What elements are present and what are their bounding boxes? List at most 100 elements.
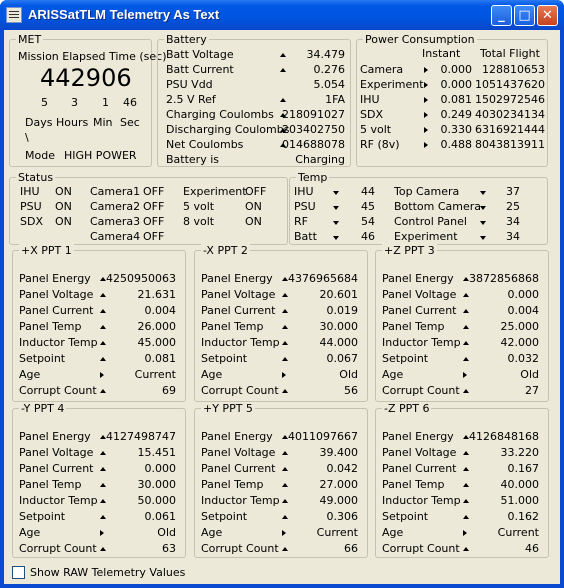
title-bar[interactable]: ARISSatTLM Telemetry As Text _ □ ✕	[0, 0, 564, 30]
ppt-value: 0.019	[326, 304, 359, 317]
temp-value-l-1: 45	[361, 200, 375, 213]
ppt-value: 44.000	[319, 336, 359, 349]
met-days-value: 5	[41, 96, 48, 109]
battery-label-3: 2.5 V Ref	[166, 93, 216, 106]
ppt-label: Setpoint	[382, 510, 429, 523]
status-label-c2-2: Camera3	[90, 215, 141, 228]
ppt-value: 25.000	[500, 320, 540, 333]
ppt-value: Current	[134, 368, 176, 381]
status-value-c2-2: OFF	[143, 215, 165, 228]
power-group-label: Power Consumption	[363, 33, 477, 46]
ppt-label: Setpoint	[201, 510, 248, 523]
ppt-value: 51.000	[500, 494, 540, 507]
client-area: MET Mission Elapsed Time (sec) 442906 5 …	[4, 30, 560, 584]
battery-label-1: Batt Current	[166, 63, 234, 76]
temp-value-l-3: 46	[361, 230, 375, 243]
ppt-value: 39.400	[319, 446, 359, 459]
ppt-label: Age	[201, 368, 223, 381]
show-raw-label[interactable]: Show RAW Telemetry Values	[30, 566, 185, 580]
power-total-3: 4030234134	[475, 108, 545, 121]
met-min-value: 1	[102, 96, 109, 109]
ppt-value: 0.067	[326, 352, 359, 365]
ppt-label: Panel Temp	[201, 478, 264, 491]
status-value-c3-2: ON	[245, 215, 262, 228]
battery-label-2: PSU Vdd	[166, 78, 213, 91]
ppt-value: 0.000	[144, 462, 177, 475]
ppt-value: 27.000	[319, 478, 359, 491]
temp-value-r-3: 34	[506, 230, 520, 243]
battery-value-2: 5.054	[313, 78, 346, 91]
met-value: 442906	[40, 64, 132, 92]
temp-value-r-1: 25	[506, 200, 520, 213]
close-button[interactable]: ✕	[537, 5, 558, 26]
battery-value-3: 1FA	[325, 93, 345, 106]
battery-value-0: 34.479	[306, 48, 346, 61]
ppt-value: Current	[497, 526, 539, 539]
ppt-value: 26.000	[137, 320, 177, 333]
status-group-label: Status	[16, 171, 56, 184]
ppt-title: +Z PPT 3	[382, 244, 437, 257]
met-hours-label: Hours	[56, 116, 89, 129]
status-label-c3-0: Experiment	[183, 185, 247, 198]
ppt-label: Setpoint	[201, 352, 248, 365]
status-label-c1-1: PSU	[20, 200, 42, 213]
met-backslash: \	[25, 131, 29, 144]
ppt-label: Panel Temp	[382, 320, 445, 333]
ppt-value: 33.220	[500, 446, 540, 459]
ppt-label: Setpoint	[382, 352, 429, 365]
minimize-icon: _	[498, 8, 505, 23]
ppt-value: 0.032	[507, 352, 540, 365]
ppt-value: 30.000	[319, 320, 359, 333]
ppt-value: 66	[344, 542, 358, 555]
ppt-value: 46	[525, 542, 539, 555]
met-min-label: Min	[93, 116, 113, 129]
ppt-value: 69	[162, 384, 176, 397]
met-label: Mission Elapsed Time (sec)	[18, 50, 167, 63]
ppt-label: Panel Temp	[19, 320, 82, 333]
ppt-value: Old	[339, 368, 358, 381]
app-icon	[6, 7, 22, 23]
status-value-c1-0: ON	[55, 185, 72, 198]
ppt-label: Age	[19, 368, 41, 381]
battery-label-0: Batt Voltage	[166, 48, 234, 61]
ppt-value: 63	[162, 542, 176, 555]
mode-label: Mode	[25, 149, 55, 162]
ppt-value: 30.000	[137, 478, 177, 491]
ppt-label: Age	[382, 526, 404, 539]
ppt-value: 0.004	[144, 304, 177, 317]
ppt-value: Old	[520, 368, 539, 381]
minimize-button[interactable]: _	[491, 5, 512, 26]
ppt-value: 20.601	[319, 288, 359, 301]
ppt-value: 42.000	[500, 336, 540, 349]
status-value-c1-2: ON	[55, 215, 72, 228]
close-icon: ✕	[542, 8, 553, 23]
status-value-c2-1: OFF	[143, 200, 165, 213]
ppt-value: 0.167	[507, 462, 540, 475]
power-total-1: 1051437620	[475, 78, 545, 91]
ppt-value: 45.000	[137, 336, 177, 349]
met-sec-label: Sec	[120, 116, 140, 129]
status-value-c3-0: OFF	[245, 185, 267, 198]
met-hours-value: 3	[71, 96, 78, 109]
ppt-label: Age	[382, 368, 404, 381]
ppt-title: -X PPT 2	[201, 244, 250, 257]
temp-value-l-2: 54	[361, 215, 375, 228]
maximize-button[interactable]: □	[514, 5, 535, 26]
ppt-value: Current	[316, 526, 358, 539]
window: ARISSatTLM Telemetry As Text _ □ ✕ MET M…	[0, 0, 564, 588]
ppt-value: 50.000	[137, 494, 177, 507]
mode-value: HIGH POWER	[64, 149, 137, 162]
power-total-4: 6316921444	[475, 123, 545, 136]
power-total-2: 1502972546	[475, 93, 545, 106]
ppt-label: Panel Temp	[19, 478, 82, 491]
status-label-c1-0: IHU	[20, 185, 40, 198]
ppt-value: 0.306	[326, 510, 359, 523]
ppt-title: +X PPT 1	[19, 244, 74, 257]
ppt-value: 4011097667	[288, 430, 358, 443]
ppt-value: Old	[157, 526, 176, 539]
status-label-c2-0: Camera1	[90, 185, 141, 198]
show-raw-checkbox[interactable]	[12, 566, 25, 579]
ppt-value: 4126848168	[469, 430, 539, 443]
ppt-title: -Y PPT 4	[19, 402, 67, 415]
met-sec-value: 46	[123, 96, 137, 109]
